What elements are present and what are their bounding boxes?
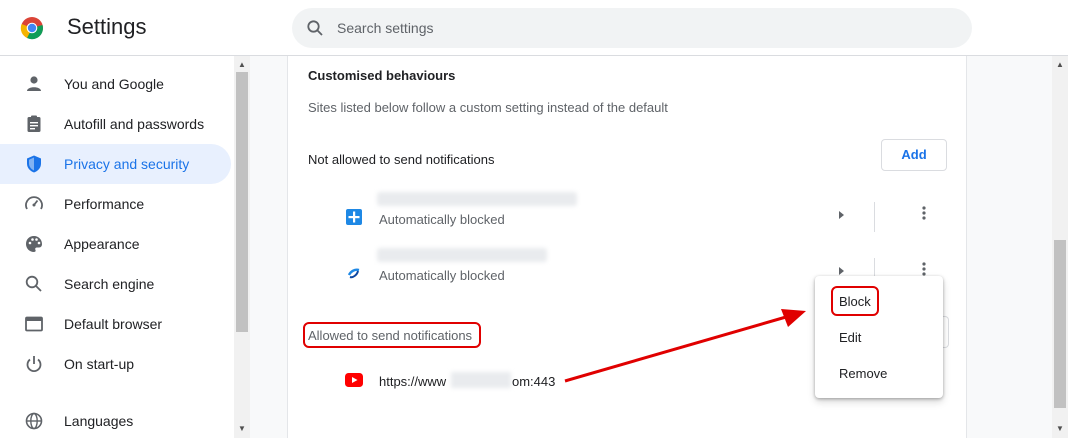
sidebar-item-appearance[interactable]: Appearance: [0, 224, 231, 264]
scrollbar-thumb[interactable]: [1054, 240, 1066, 408]
chrome-logo-icon: [20, 17, 43, 40]
content-scrollbar[interactable]: ▲ ▼: [1052, 56, 1068, 438]
sidebar-item-autofill[interactable]: Autofill and passwords: [0, 104, 231, 144]
blurred-site-url: [451, 372, 511, 388]
annotation-highlight-box: [303, 322, 481, 348]
sidebar-item-default-browser[interactable]: Default browser: [0, 304, 231, 344]
sidebar-item-languages[interactable]: Languages: [0, 401, 231, 441]
shield-icon: [27, 155, 41, 173]
sidebar-item-on-start-up[interactable]: On start-up: [0, 344, 231, 384]
sidebar-item-label: Performance: [64, 196, 145, 212]
scroll-up-arrow-icon[interactable]: ▲: [234, 58, 250, 72]
search-input[interactable]: Search settings: [292, 8, 972, 48]
site-favicon-icon: [346, 209, 362, 225]
sidebar-item-search-engine[interactable]: Search engine: [0, 264, 231, 304]
blurred-site-url: [377, 192, 577, 206]
site-status: Automatically blocked: [379, 268, 505, 283]
sidebar-item-you-and-google[interactable]: You and Google: [0, 64, 231, 104]
add-button[interactable]: Add: [881, 139, 947, 171]
sidebar-item-privacy-and-security[interactable]: Privacy and security: [0, 144, 231, 184]
scroll-down-arrow-icon[interactable]: ▼: [1052, 422, 1068, 436]
section-description: Sites listed below follow a custom setti…: [308, 100, 668, 115]
sidebar-item-label: On start-up: [64, 356, 135, 372]
sidebar-item-performance[interactable]: Performance: [0, 184, 231, 224]
globe-icon: [25, 412, 43, 430]
scrollbar-thumb[interactable]: [236, 72, 248, 332]
allowed-site-url-suffix: om:443: [512, 374, 556, 389]
expand-arrow-icon[interactable]: [836, 208, 846, 222]
power-icon: [26, 356, 42, 373]
search-placeholder: Search settings: [337, 20, 434, 36]
page-title: Settings: [67, 14, 147, 39]
sidebar-item-label: Default browser: [64, 316, 163, 332]
sidebar-item-label: Privacy and security: [64, 156, 190, 172]
menu-item-remove[interactable]: Remove: [815, 356, 943, 392]
allowed-site-url-prefix: https://www: [379, 374, 447, 389]
sidebar-item-label: Autofill and passwords: [64, 116, 205, 132]
search-icon: [307, 20, 323, 36]
youtube-icon: [345, 373, 363, 387]
sidebar-item-label: Search engine: [64, 276, 155, 292]
section-heading: Customised behaviours: [308, 68, 456, 83]
browser-icon: [25, 316, 43, 332]
menu-item-label: Edit: [839, 330, 862, 345]
person-icon: [27, 76, 41, 91]
sidebar-item-label: Appearance: [64, 236, 140, 252]
site-status: Automatically blocked: [379, 212, 505, 227]
sidebar-scrollbar[interactable]: ▲ ▼: [234, 56, 250, 438]
divider: [874, 202, 875, 232]
sidebar-item-label: Languages: [64, 413, 134, 429]
menu-item-edit[interactable]: Edit: [815, 320, 943, 356]
scroll-up-arrow-icon[interactable]: ▲: [1052, 58, 1068, 72]
more-actions-icon[interactable]: [917, 204, 931, 222]
blurred-site-url: [377, 248, 547, 262]
header-bar: Settings Search settings: [0, 0, 1068, 56]
sidebar: You and Google Autofill and passwords Pr…: [0, 56, 234, 438]
menu-item-label: Remove: [839, 366, 888, 381]
palette-icon: [26, 236, 42, 252]
clipboard-icon: [27, 115, 41, 132]
scroll-down-arrow-icon[interactable]: ▼: [234, 422, 250, 436]
search-icon: [25, 275, 42, 292]
site-favicon-icon: [347, 268, 360, 279]
annotation-highlight-box: [831, 286, 879, 316]
speedometer-icon: [25, 196, 43, 210]
sidebar-item-label: You and Google: [64, 76, 164, 92]
list-item[interactable]: Automatically blocked: [287, 188, 967, 244]
not-allowed-heading: Not allowed to send notifications: [308, 152, 495, 167]
